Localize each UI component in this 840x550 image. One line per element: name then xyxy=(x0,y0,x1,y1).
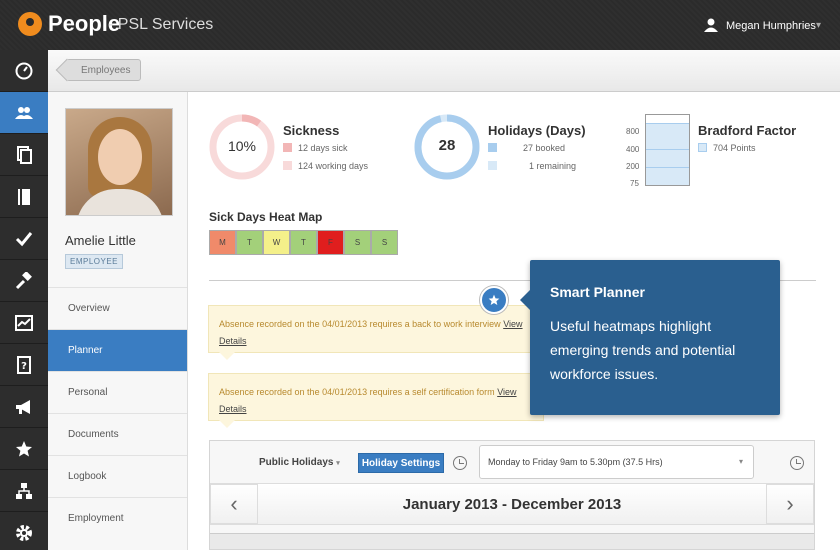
user-name[interactable]: Megan Humphries xyxy=(726,20,816,32)
nav-book[interactable] xyxy=(0,176,48,218)
year-navigator: ‹ January 2013 - December 2013 › xyxy=(210,483,814,525)
people-logo-icon xyxy=(18,12,42,36)
clock-icon[interactable] xyxy=(453,456,467,470)
nav-reports[interactable] xyxy=(0,302,48,344)
nav-organisation[interactable] xyxy=(0,470,48,512)
chart-icon xyxy=(15,314,33,331)
top-bar: People - PSL Services Megan Humphries ▾ xyxy=(0,0,840,50)
bradford-tick-200: 200 xyxy=(626,162,640,171)
app-subtitle: - PSL Services xyxy=(108,16,214,33)
menu-planner[interactable]: Planner xyxy=(48,329,187,371)
nav-disciplinary[interactable] xyxy=(0,260,48,302)
nav-dashboard[interactable] xyxy=(0,50,48,92)
bradford-gauge xyxy=(645,114,690,186)
profile-panel: Amelie Little EMPLOYEE Overview Planner … xyxy=(48,92,188,550)
gavel-icon xyxy=(15,271,32,289)
bradford-tick-800: 800 xyxy=(626,127,640,136)
menu-logbook[interactable]: Logbook xyxy=(48,455,187,497)
sickness-percent: 10% xyxy=(227,138,257,154)
holidays-total: 28 xyxy=(438,137,456,154)
menu-employment[interactable]: Employment xyxy=(48,497,187,539)
holiday-settings-button[interactable]: Holiday Settings xyxy=(358,453,444,473)
user-icon[interactable] xyxy=(704,18,718,32)
heatmap: MTWTFSS xyxy=(209,230,398,255)
main-nav: ? xyxy=(0,50,48,550)
nav-announcements[interactable] xyxy=(0,386,48,428)
heatmap-day: T xyxy=(236,230,263,255)
breadcrumb-bar: Employees xyxy=(48,50,840,92)
holidays-donut: 28 xyxy=(414,114,480,180)
tooltip-body: Useful heatmaps highlight emerging trend… xyxy=(550,318,736,382)
bradford-tick-75: 75 xyxy=(630,179,639,188)
tooltip-title: Smart Planner xyxy=(550,284,645,300)
heatmap-day: S xyxy=(371,230,398,255)
sickness-title: Sickness xyxy=(283,123,340,138)
org-chart-icon xyxy=(16,482,32,499)
heatmap-day: M xyxy=(209,230,236,255)
breadcrumb-employees[interactable]: Employees xyxy=(66,59,142,81)
bradford-tick-400: 400 xyxy=(626,145,640,154)
feature-star-button[interactable] xyxy=(480,286,508,314)
heatmap-day: T xyxy=(290,230,317,255)
gear-icon xyxy=(16,524,32,541)
nav-tasks[interactable] xyxy=(0,218,48,260)
dashboard-icon xyxy=(15,62,33,79)
nav-people[interactable] xyxy=(0,92,48,134)
nav-help[interactable]: ? xyxy=(0,344,48,386)
role-badge: EMPLOYEE xyxy=(65,254,124,269)
employee-name: Amelie Little xyxy=(65,233,136,248)
alert-self-certification: Absence recorded on the 04/01/2013 requi… xyxy=(208,373,544,428)
next-year-button[interactable]: › xyxy=(766,484,814,524)
heatmap-day: W xyxy=(263,230,290,255)
public-holidays-dropdown[interactable]: Public Holidays ▾ xyxy=(259,457,340,468)
employee-photo xyxy=(65,108,173,216)
chevron-down-icon[interactable]: ▾ xyxy=(816,20,821,31)
holidays-title: Holidays (Days) xyxy=(488,123,586,138)
heatmap-title: Sick Days Heat Map xyxy=(209,210,323,224)
holidays-booked: 27 booked xyxy=(488,143,565,153)
working-hours-select[interactable]: Monday to Friday 9am to 5.30pm (37.5 Hrs… xyxy=(479,445,754,479)
sickness-days-sick: 12 days sick xyxy=(283,143,348,153)
svg-text:?: ? xyxy=(21,361,27,372)
documents-icon xyxy=(17,145,32,164)
menu-documents[interactable]: Documents xyxy=(48,413,187,455)
feature-tooltip: Smart Planner Useful heatmaps highlight … xyxy=(520,260,780,415)
people-icon xyxy=(15,106,33,119)
clock-icon[interactable] xyxy=(790,456,804,470)
planner-panel: Public Holidays ▾ Holiday Settings Monda… xyxy=(209,440,815,550)
help-icon: ? xyxy=(17,355,31,374)
bradford-points: 704 Points xyxy=(698,143,756,153)
sickness-working-days: 124 working days xyxy=(283,161,368,171)
menu-overview[interactable]: Overview xyxy=(48,287,187,329)
heatmap-day: F xyxy=(317,230,344,255)
holidays-remaining: 1 remaining xyxy=(488,161,576,171)
heatmap-day: S xyxy=(344,230,371,255)
bradford-title: Bradford Factor xyxy=(698,123,797,138)
year-range: January 2013 - December 2013 xyxy=(402,496,622,513)
nav-favourites[interactable] xyxy=(0,428,48,470)
menu-personal[interactable]: Personal xyxy=(48,371,187,413)
chevron-down-icon: ▾ xyxy=(738,457,743,466)
check-icon xyxy=(15,231,33,246)
calendar-strip xyxy=(210,533,814,549)
nav-settings[interactable] xyxy=(0,512,48,550)
megaphone-icon xyxy=(16,399,30,414)
book-icon xyxy=(18,188,30,205)
sickness-donut: 10% xyxy=(209,114,275,180)
star-icon xyxy=(16,440,32,456)
star-icon xyxy=(488,294,500,305)
nav-documents[interactable] xyxy=(0,134,48,176)
